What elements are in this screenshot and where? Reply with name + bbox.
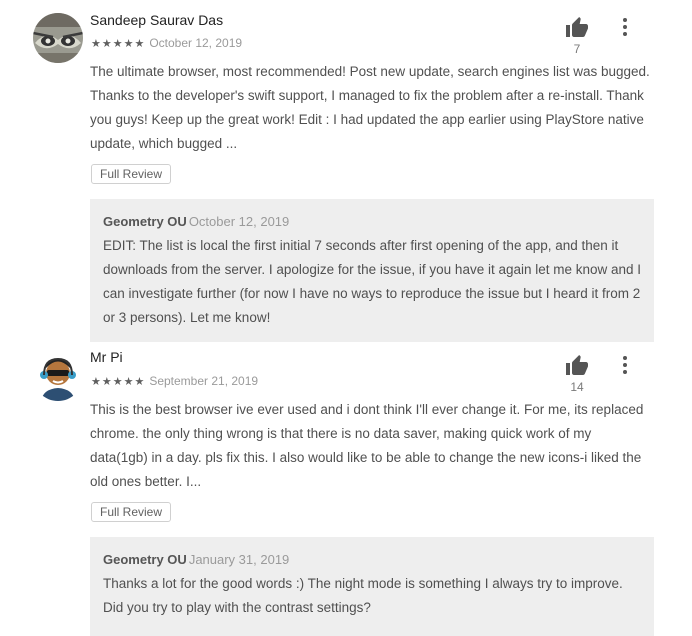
review-text: The ultimate browser, most recommended! … — [90, 64, 650, 151]
more-vert-icon[interactable] — [617, 354, 633, 378]
thumb-up-icon[interactable] — [565, 354, 589, 378]
review-meta: ★★★★★ September 21, 2019 — [91, 374, 258, 388]
avatar[interactable] — [33, 13, 83, 63]
thumb-up-icon[interactable] — [565, 16, 589, 40]
reply-text: Thanks a lot for the good words :) The n… — [103, 576, 623, 615]
reply-author: Geometry OU — [103, 552, 187, 567]
full-review-button[interactable]: Full Review — [91, 164, 172, 184]
reply-author: Geometry OU — [103, 214, 187, 229]
reply-text: EDIT: The list is local the first initia… — [103, 238, 642, 325]
reply-header: Geometry OU January 31, 2019 — [103, 550, 642, 570]
avatar[interactable] — [33, 351, 83, 401]
review-date: September 21, 2019 — [149, 374, 259, 388]
star-rating: ★★★★★ — [91, 37, 146, 50]
developer-reply: Geometry OU January 31, 2019 Thanks a lot… — [90, 537, 654, 636]
helpful-count: 14 — [570, 380, 584, 394]
more-vert-icon[interactable] — [617, 16, 633, 40]
review-meta: ★★★★★ October 12, 2019 — [91, 36, 242, 50]
developer-reply: Geometry OU October 12, 2019 EDIT: The li… — [90, 199, 654, 342]
star-rating: ★★★★★ — [91, 375, 146, 388]
reply-date: January 31, 2019 — [188, 552, 290, 567]
helpful-count: 7 — [573, 42, 581, 56]
review-card: Sandeep Saurav Das ★★★★★ October 12, 201… — [0, 0, 692, 345]
review-date: October 12, 2019 — [149, 36, 243, 50]
reply-header: Geometry OU October 12, 2019 — [103, 212, 642, 232]
reply-date: October 12, 2019 — [188, 214, 290, 229]
review-card: Mr Pi ★★★★★ September 21, 2019 14 This i… — [0, 342, 692, 636]
review-author: Sandeep Saurav Das — [90, 12, 224, 28]
review-text: This is the best browser ive ever used a… — [90, 402, 644, 489]
review-author: Mr Pi — [90, 349, 123, 365]
full-review-button[interactable]: Full Review — [91, 502, 172, 522]
